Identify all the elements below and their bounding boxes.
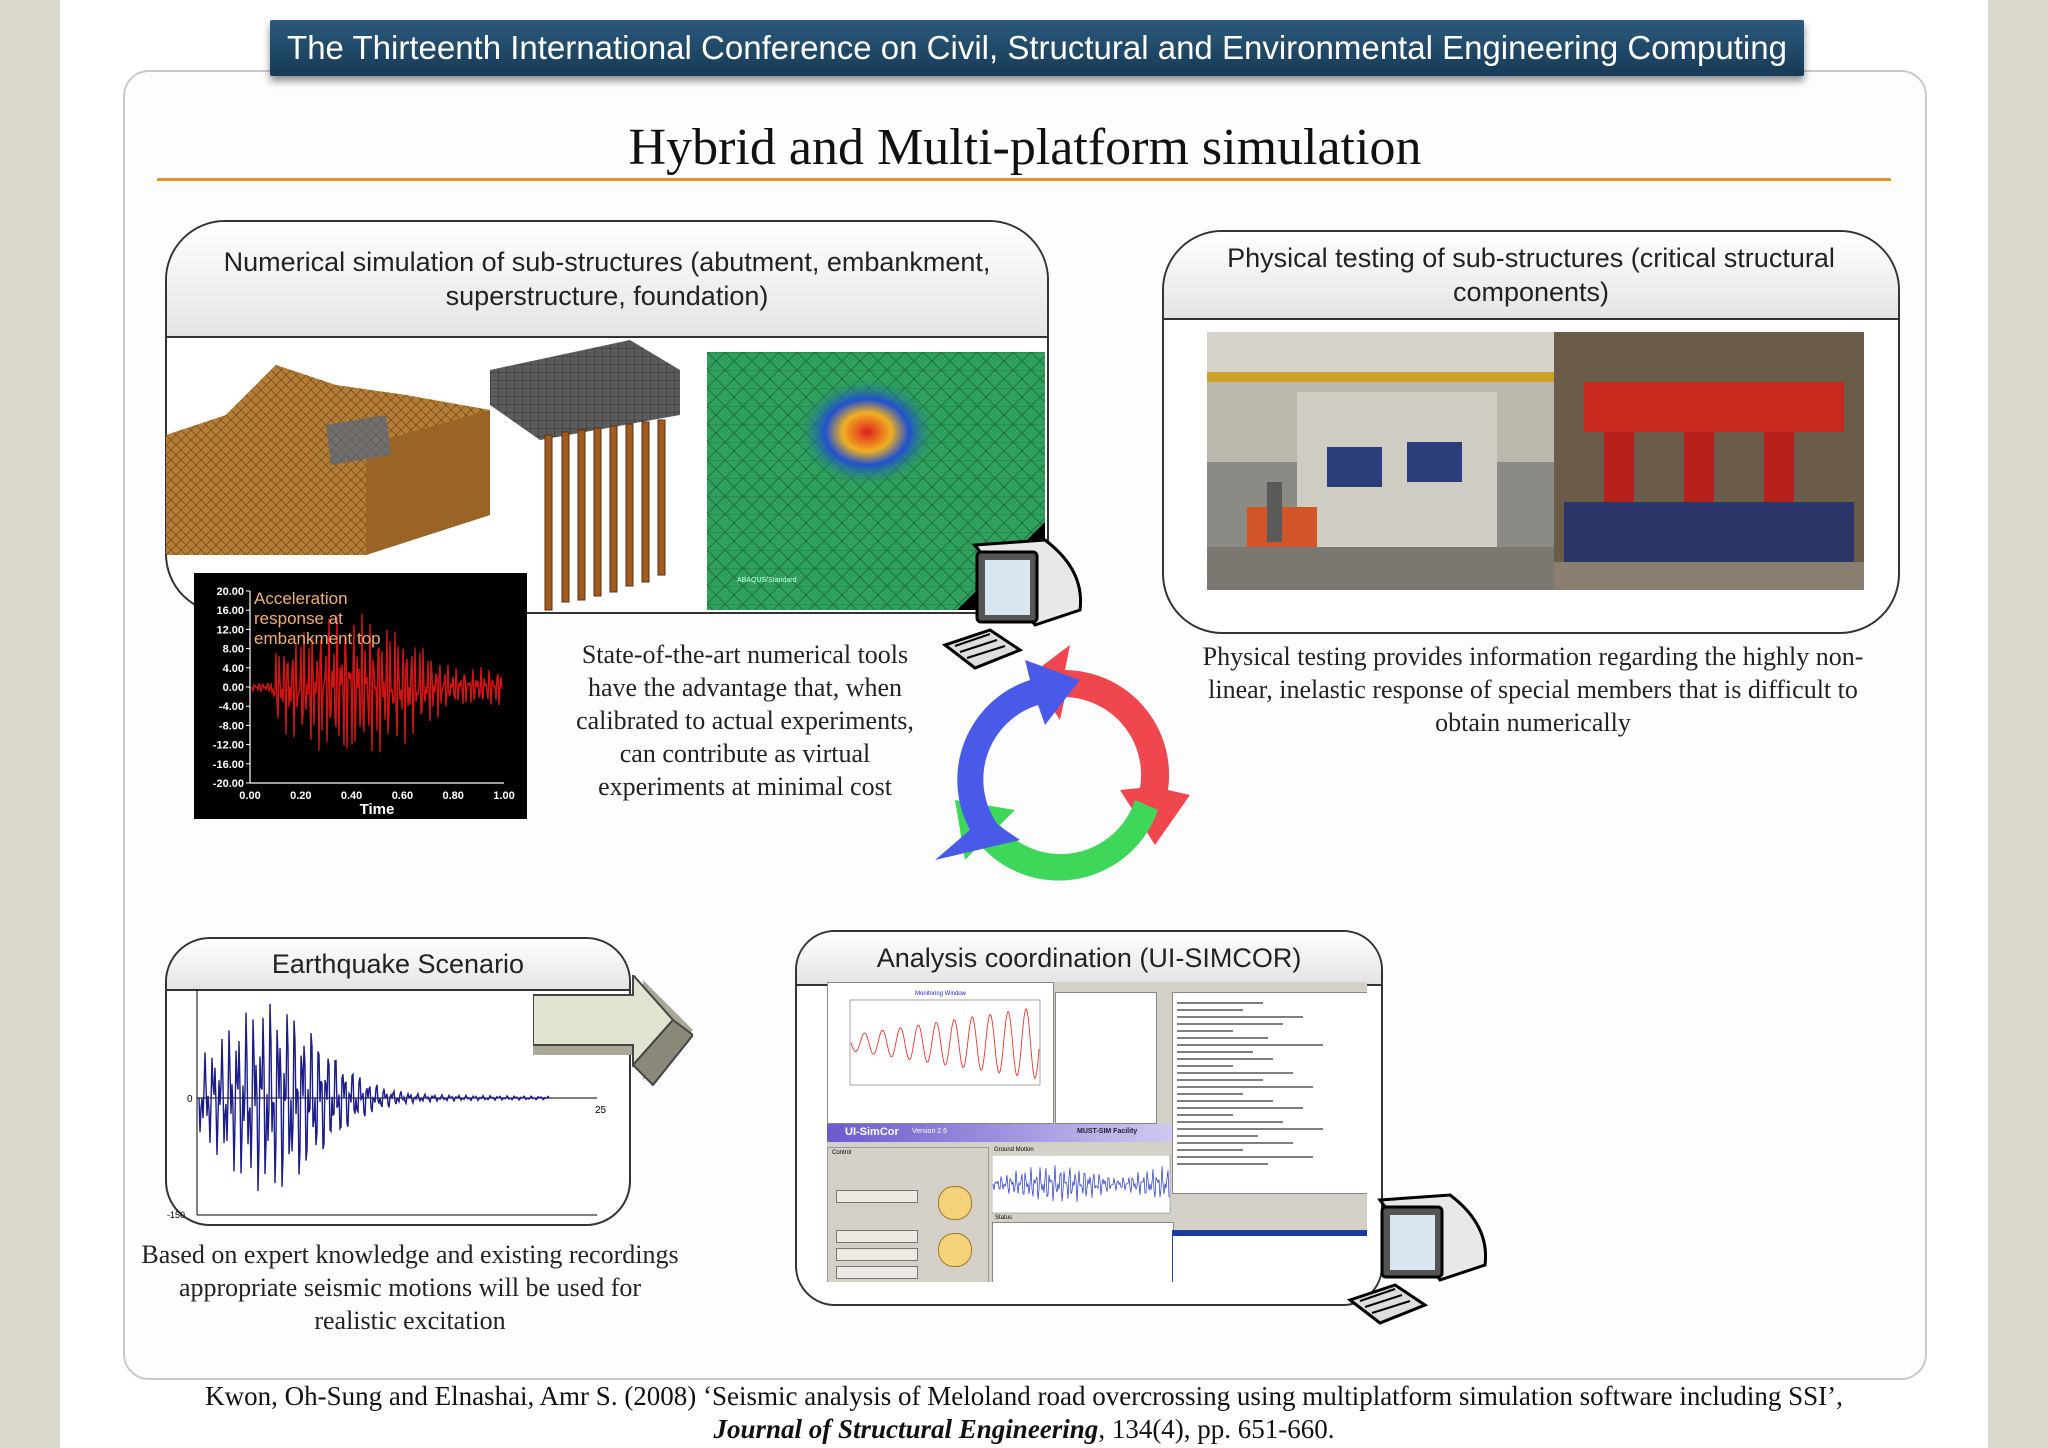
file-list-pane [1055, 992, 1157, 1124]
accel-ytick-label: 12.00 [216, 624, 244, 636]
accel-ytick-label: 20.00 [216, 586, 244, 598]
console-window [1172, 1230, 1367, 1282]
control-button-3[interactable] [836, 1248, 918, 1261]
eq-tick-x-end: 25 [595, 1105, 607, 1116]
accel-ytick-label: 8.00 [223, 644, 244, 656]
simcor-screenshot: Monitoring Window UI-SimCor Version 2.6 … [827, 982, 1367, 1282]
accel-ytick-label: 4.00 [223, 663, 244, 675]
citation-line2: Journal of Structural Engineering, 134(4… [60, 1413, 1988, 1446]
accel-ytick-label: 16.00 [216, 605, 244, 617]
eq-tick-y-min: -150 [167, 1210, 185, 1220]
accel-ytick-label: -20.00 [213, 778, 244, 790]
citation: Kwon, Oh-Sung and Elnashai, Amr S. (2008… [60, 1380, 1988, 1446]
accel-ytick-label: -16.00 [213, 759, 244, 771]
accel-ytick-label: 0.00 [223, 682, 244, 694]
control-group: Control [827, 1147, 989, 1282]
control-button-4[interactable] [836, 1266, 918, 1279]
control-label: Control [832, 1150, 852, 1156]
ground-motion-group: Ground Motion [992, 1147, 1172, 1217]
accel-chart-label: Acceleration response at embankment top [254, 589, 381, 648]
acceleration-response-chart: 20.00 16.00 12.00 8.00 4.00 0.00 -4.00 -8.00 -12… [194, 573, 527, 819]
accel-ytick-label: -4.00 [219, 701, 244, 713]
earthquake-description: Based on expert knowledge and existing r… [141, 1240, 679, 1335]
accel-xtick-label: 0.20 [290, 790, 311, 802]
embankment-model-image [166, 355, 490, 555]
svg-text:ABAQUS/Standard: ABAQUS/Standard [737, 577, 797, 584]
lab-testing-photo-right [1554, 332, 1864, 590]
numerical-panel-heading: Numerical simulation of sub-structures (… [167, 222, 1047, 338]
conference-banner: The Thirteenth International Conference … [270, 20, 1804, 76]
eq-tick-zero: 0 [187, 1094, 193, 1105]
accel-xtick-label: 0.80 [442, 790, 463, 802]
physical-heading-text: Physical testing of sub-structures (crit… [1227, 243, 1835, 307]
computer-icon-secondary [1340, 1185, 1490, 1330]
page-title: Hybrid and Multi-platform simulation [628, 119, 1422, 176]
lab-testing-photo-left [1207, 332, 1554, 590]
control-button-2[interactable] [836, 1230, 918, 1243]
accel-ytick-label: -8.00 [219, 720, 244, 732]
block-arrow-icon [533, 975, 693, 1090]
pause-button[interactable] [938, 1186, 972, 1220]
monitor-window: Monitoring Window [827, 982, 1054, 1124]
numerical-description: State-of-the-art numerical tools have th… [576, 640, 914, 801]
citation-details: , 134(4), pp. 651-660. [1098, 1414, 1335, 1444]
simcor-version: Version 2.6 [912, 1128, 948, 1135]
physical-panel-heading: Physical testing of sub-structures (crit… [1164, 232, 1898, 320]
accel-xtick-label: 0.00 [239, 790, 260, 802]
coordination-heading-text: Analysis coordination (UI-SIMCOR) [876, 943, 1302, 973]
simcor-titlebar: UI-SimCor Version 2.6 MUST-SIM Facility [827, 1124, 1172, 1142]
simcor-facility: MUST-SIM Facility [1077, 1128, 1138, 1135]
citation-journal: Journal of Structural Engineering [713, 1414, 1099, 1444]
cycle-arrows-icon [930, 640, 1200, 910]
accel-xtick-label: 0.60 [392, 790, 413, 802]
status-label: Status [995, 1215, 1013, 1221]
log-pane [1172, 992, 1367, 1194]
simcor-app-name: UI-SimCor [845, 1126, 899, 1138]
play-button[interactable] [938, 1233, 972, 1267]
physical-description: Physical testing provides information re… [1202, 642, 1864, 737]
ground-motion-label: Ground Motion [994, 1147, 1034, 1153]
accel-xlabel: Time [360, 801, 395, 818]
accel-ytick-label: -12.00 [213, 740, 244, 752]
accel-xtick-label: 1.00 [493, 790, 514, 802]
title-underline [157, 178, 1891, 181]
numerical-heading-text: Numerical simulation of sub-structures (… [223, 247, 991, 311]
status-group: Status [992, 1215, 1174, 1282]
coordination-panel-heading: Analysis coordination (UI-SIMCOR) [797, 932, 1381, 986]
earthquake-heading-text: Earthquake Scenario [271, 949, 525, 979]
citation-line1: Kwon, Oh-Sung and Elnashai, Amr S. (2008… [205, 1381, 1843, 1411]
monitor-title: Monitoring Window [914, 991, 967, 997]
control-button-1[interactable] [836, 1190, 918, 1203]
